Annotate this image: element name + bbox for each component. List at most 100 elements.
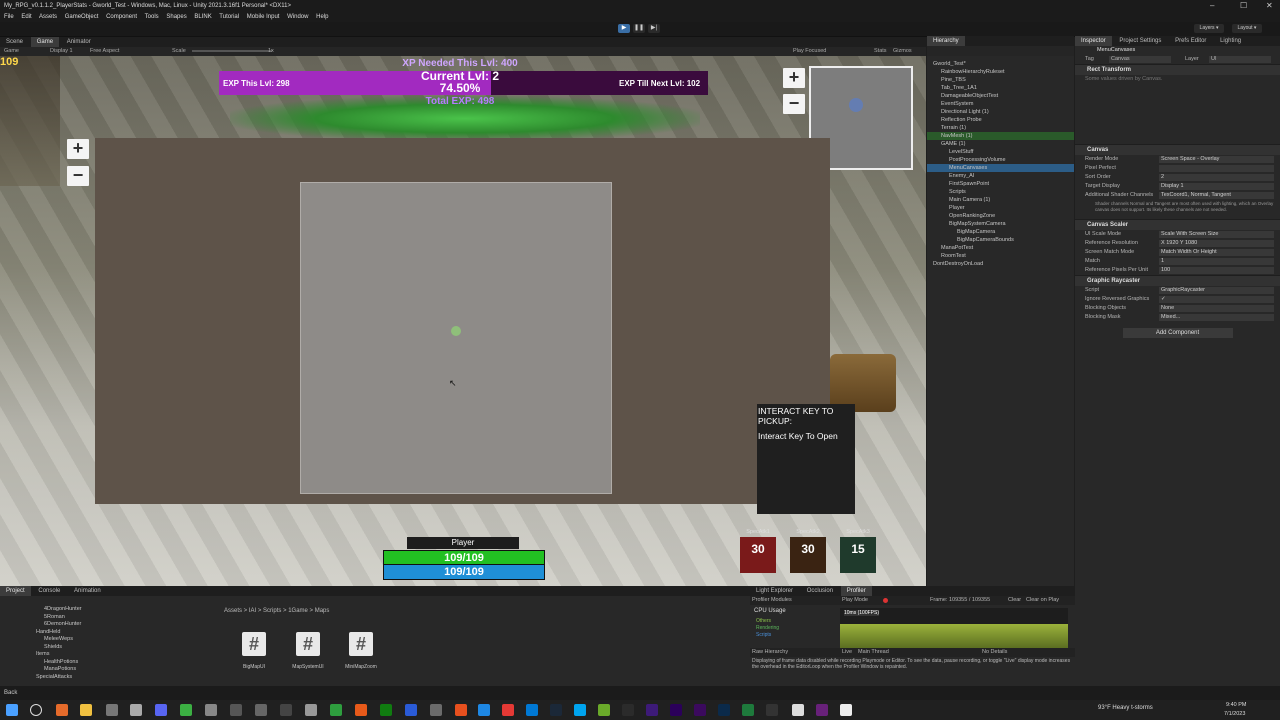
- tab-project-settings[interactable]: Project Settings: [1113, 36, 1167, 46]
- menu-window[interactable]: Window: [287, 14, 308, 20]
- bigmap-zoom-in-button[interactable]: +: [67, 139, 89, 159]
- hierarchy-item[interactable]: PostProcessingVolume: [927, 156, 1074, 164]
- tab-console[interactable]: Console: [32, 586, 66, 596]
- record-icon[interactable]: [883, 598, 888, 603]
- hierarchy-item[interactable]: Enemy_AI: [927, 172, 1074, 180]
- hierarchy-item[interactable]: Reflection Probe: [927, 116, 1074, 124]
- tab-profiler[interactable]: Profiler: [840, 586, 872, 596]
- app-icon[interactable]: [742, 704, 754, 716]
- discord-icon[interactable]: [155, 704, 167, 716]
- close-button[interactable]: ✕: [1266, 0, 1273, 12]
- tab-lighting[interactable]: Lighting: [1214, 36, 1247, 46]
- play-mode-dropdown[interactable]: Play Mode: [842, 596, 868, 605]
- property-value[interactable]: Match Width Or Height: [1159, 249, 1274, 256]
- app-icon[interactable]: [766, 704, 778, 716]
- big-map-view[interactable]: ↖: [300, 182, 612, 494]
- hierarchy-item[interactable]: FirstSpawnPoint: [927, 180, 1074, 188]
- hierarchy-item[interactable]: Tab_Tree_1A1: [927, 84, 1074, 92]
- folder-item[interactable]: HandHeld: [30, 629, 210, 637]
- layers-dropdown[interactable]: Layers ▾: [1194, 24, 1224, 33]
- hierarchy-item[interactable]: OpenRankingZone: [927, 212, 1074, 220]
- menu-help[interactable]: Help: [316, 14, 328, 20]
- graphic-raycaster-header[interactable]: Graphic Raycaster: [1075, 275, 1280, 286]
- cpu-graph[interactable]: 10ms (100FPS): [840, 608, 1068, 648]
- app-icon[interactable]: [646, 704, 658, 716]
- menu-component[interactable]: Component: [106, 14, 137, 20]
- app-icon[interactable]: [526, 704, 538, 716]
- minimize-button[interactable]: –: [1210, 0, 1214, 12]
- hierarchy-search[interactable]: [927, 46, 1074, 56]
- tag-dropdown[interactable]: Canvas: [1109, 56, 1171, 63]
- edge-icon[interactable]: [478, 704, 490, 716]
- main-thread-dropdown[interactable]: Main Thread: [858, 648, 889, 657]
- step-button[interactable]: ▶|: [648, 24, 660, 33]
- photoshop-icon[interactable]: [718, 704, 730, 716]
- app-icon[interactable]: [598, 704, 610, 716]
- steam-icon[interactable]: [550, 704, 562, 716]
- hierarchy-item[interactable]: Player: [927, 204, 1074, 212]
- game-mode-dropdown[interactable]: Game: [4, 47, 19, 56]
- object-name[interactable]: MenuCanvases: [1075, 46, 1280, 55]
- visual-studio-icon[interactable]: [816, 704, 828, 716]
- folder-item[interactable]: SpecialAttacks: [30, 674, 210, 682]
- hierarchy-item[interactable]: RoomTest: [927, 252, 1074, 260]
- menu-mobile-input[interactable]: Mobile Input: [247, 14, 280, 20]
- hierarchy-item[interactable]: LevelStuff: [927, 148, 1074, 156]
- play-button[interactable]: ▶: [618, 24, 630, 33]
- unity-hub-icon[interactable]: [255, 704, 267, 716]
- hierarchy-item[interactable]: Terrain (1): [927, 124, 1074, 132]
- hierarchy-item[interactable]: Main Camera (1): [927, 196, 1074, 204]
- property-value[interactable]: Display 1: [1159, 183, 1274, 190]
- play-focused-dropdown[interactable]: Play Focused: [793, 47, 826, 56]
- property-value[interactable]: Mixed...: [1159, 314, 1274, 321]
- search-icon[interactable]: [30, 704, 42, 716]
- folder-item[interactable]: MeleeWeps: [30, 636, 210, 644]
- layout-dropdown[interactable]: Layout ▾: [1232, 24, 1262, 33]
- profiler-modules-dropdown[interactable]: Profiler Modules: [752, 596, 792, 605]
- file-bigmapui[interactable]: # BigMapUI: [242, 632, 266, 670]
- hierarchy-item[interactable]: NavMesh (1): [927, 132, 1074, 140]
- tab-game[interactable]: Game: [30, 37, 60, 47]
- folder-item[interactable]: 6DemonHunter: [30, 621, 210, 629]
- clock-time[interactable]: 9:40 PM: [1226, 702, 1246, 708]
- hierarchy-item[interactable]: GAME (1): [927, 140, 1074, 148]
- add-component-button[interactable]: Add Component: [1122, 328, 1233, 338]
- hierarchy-item[interactable]: DamageableObjectTest: [927, 92, 1074, 100]
- brave-icon[interactable]: [455, 704, 467, 716]
- menu-assets[interactable]: Assets: [39, 14, 57, 20]
- hierarchy-item[interactable]: BigMapCamera: [927, 228, 1074, 236]
- menu-edit[interactable]: Edit: [21, 14, 31, 20]
- folder-item[interactable]: Shields: [30, 644, 210, 652]
- app-icon[interactable]: [502, 704, 514, 716]
- app-icon[interactable]: [430, 704, 442, 716]
- property-value[interactable]: Screen Space - Overlay: [1159, 156, 1274, 163]
- unity-icon[interactable]: [792, 704, 804, 716]
- property-value[interactable]: [1159, 165, 1274, 172]
- minimap-zoom-out-button[interactable]: −: [783, 94, 805, 114]
- aspect-dropdown[interactable]: Free Aspect: [90, 47, 119, 56]
- file-minimapzoom[interactable]: # MiniMapZoom: [345, 632, 377, 670]
- skill-2-slot[interactable]: 30: [790, 537, 826, 573]
- app-icon[interactable]: [305, 704, 317, 716]
- start-icon[interactable]: [6, 704, 18, 716]
- menu-gameobject[interactable]: GameObject: [65, 14, 99, 20]
- tab-hierarchy[interactable]: Hierarchy: [927, 36, 965, 46]
- hierarchy-item[interactable]: BigMapSystemCamera: [927, 220, 1074, 228]
- hierarchy-item[interactable]: RainbowHierarchyRuleset: [927, 68, 1074, 76]
- menu-blink[interactable]: BLINK: [194, 14, 211, 20]
- tab-inspector[interactable]: Inspector: [1075, 36, 1112, 46]
- layer-dropdown[interactable]: UI: [1209, 56, 1271, 63]
- folder-item[interactable]: 5Roman: [30, 614, 210, 622]
- property-value[interactable]: TexCoord1, Normal, Tangent: [1159, 192, 1274, 199]
- hierarchy-item[interactable]: Directional Light (1): [927, 108, 1074, 116]
- hierarchy-item[interactable]: Gworld_Test*: [927, 60, 1074, 68]
- premiere-icon[interactable]: [694, 704, 706, 716]
- file-mapsystemui[interactable]: # MapSystemUI: [292, 632, 324, 670]
- app-icon[interactable]: [106, 704, 118, 716]
- display-dropdown[interactable]: Display 1: [50, 47, 73, 56]
- skill-1-slot[interactable]: 30: [740, 537, 776, 573]
- app-icon[interactable]: [355, 704, 367, 716]
- clock-date[interactable]: 7/1/2023: [1224, 711, 1245, 717]
- property-value[interactable]: None: [1159, 305, 1274, 312]
- property-value[interactable]: 2: [1159, 174, 1274, 181]
